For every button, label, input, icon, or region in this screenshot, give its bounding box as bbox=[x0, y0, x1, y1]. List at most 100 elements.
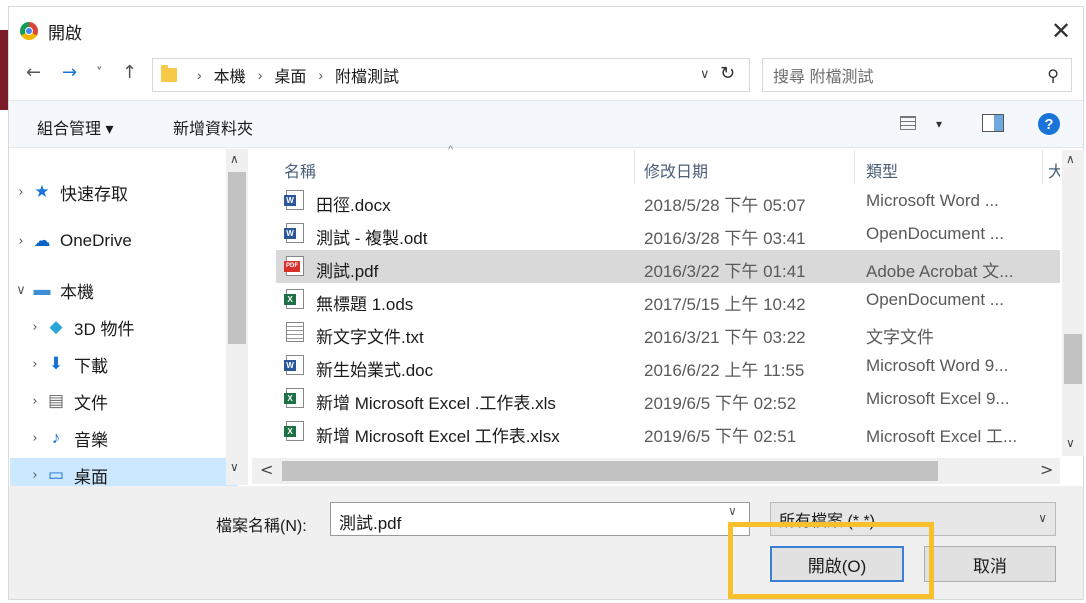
vertical-scroll-thumb[interactable] bbox=[1064, 334, 1082, 384]
filename-history-dropdown-icon[interactable]: ∨ bbox=[728, 504, 737, 518]
cancel-button[interactable]: 取消 bbox=[924, 546, 1056, 582]
file-row[interactable]: W 新生始業式.doc 2016/6/22 上午 11:55 Microsoft Wo… bbox=[276, 349, 1060, 382]
address-dropdown-icon[interactable]: ∨ bbox=[700, 66, 710, 82]
recent-locations-icon[interactable]: ˅ bbox=[96, 66, 103, 81]
view-dropdown-icon[interactable]: ▾ bbox=[936, 117, 942, 131]
chevron-right-icon[interactable]: › bbox=[24, 357, 46, 372]
chevron-right-icon[interactable]: › bbox=[10, 234, 32, 249]
breadcrumb-separator[interactable]: › bbox=[318, 67, 323, 83]
column-divider[interactable] bbox=[1042, 150, 1043, 184]
filename-input[interactable]: 測試.pdf bbox=[330, 502, 750, 536]
tree-item[interactable]: › ▤ 文件 bbox=[10, 384, 238, 418]
tree-scroll-up-icon[interactable]: ∧ bbox=[230, 152, 239, 166]
word-doc-icon: W bbox=[284, 355, 304, 375]
file-type: Microsoft Word 9... bbox=[866, 356, 1009, 375]
file-type: 文字文件 bbox=[866, 328, 934, 347]
window-title: 開啟 bbox=[48, 23, 82, 43]
chevron-down-icon[interactable]: ∨ bbox=[1038, 511, 1047, 525]
star-icon: ★ bbox=[34, 182, 50, 201]
word-doc-icon: W bbox=[284, 190, 304, 210]
tree-item-label: 下載 bbox=[74, 356, 108, 376]
column-header-size[interactable]: 大 bbox=[1048, 158, 1060, 182]
help-icon[interactable]: ? bbox=[1038, 113, 1060, 135]
tree-scroll-down-icon[interactable]: ∨ bbox=[230, 460, 239, 474]
chevron-right-icon[interactable]: › bbox=[24, 394, 46, 409]
column-header-date[interactable]: 修改日期 bbox=[644, 158, 708, 182]
tree-item[interactable]: › ★ 快速存取 bbox=[10, 175, 224, 209]
refresh-icon[interactable]: ↻ bbox=[720, 63, 735, 84]
scroll-left-icon[interactable]: < bbox=[260, 460, 273, 479]
view-options-icon[interactable] bbox=[900, 116, 916, 130]
scroll-down-icon[interactable]: ∨ bbox=[1066, 436, 1075, 450]
file-modified-date: 2016/3/22 下午 01:41 bbox=[644, 262, 806, 281]
breadcrumb-separator[interactable]: › bbox=[258, 67, 263, 83]
chevron-right-icon[interactable]: › bbox=[10, 185, 32, 200]
close-button[interactable]: ✕ bbox=[1044, 14, 1078, 48]
back-arrow-icon[interactable]: ← bbox=[26, 62, 41, 83]
tree-scroll-thumb[interactable] bbox=[228, 172, 246, 344]
ods-sheet-icon: X bbox=[284, 289, 304, 309]
download-icon: ⬇ bbox=[48, 354, 64, 373]
tree-item[interactable]: ∨ ▬ 本機 bbox=[10, 273, 224, 307]
tree-item[interactable]: › ☁ OneDrive bbox=[10, 224, 224, 258]
forward-arrow-icon[interactable]: → bbox=[62, 62, 77, 83]
breadcrumb-current-folder[interactable]: 附檔測試 bbox=[335, 63, 399, 87]
file-modified-date: 2016/3/28 下午 03:41 bbox=[644, 229, 806, 248]
file-row[interactable]: X 新增 Microsoft Excel .工作表.xls 2019/6/5 下午 … bbox=[276, 382, 1060, 415]
horizontal-scroll-thumb[interactable] bbox=[282, 461, 938, 481]
tree-item[interactable]: › ⬇ 下載 bbox=[10, 347, 238, 381]
tree-item[interactable]: › ◆ 3D 物件 bbox=[10, 310, 238, 344]
breadcrumb-this-pc[interactable]: 本機 bbox=[214, 63, 246, 87]
file-list-vertical-scrollbar[interactable] bbox=[1062, 150, 1084, 456]
up-arrow-icon[interactable]: ↑ bbox=[122, 62, 137, 83]
chrome-icon bbox=[20, 22, 38, 40]
file-row[interactable]: X 無標題 1.ods 2017/5/15 上午 10:42 OpenDocument… bbox=[276, 283, 1060, 316]
text-file-icon bbox=[286, 322, 304, 342]
chevron-right-icon[interactable]: › bbox=[24, 431, 46, 446]
search-icon[interactable]: ⚲ bbox=[1047, 66, 1059, 85]
onedrive-icon: ☁ bbox=[33, 231, 51, 250]
search-placeholder: 搜尋 附檔測試 bbox=[773, 69, 874, 86]
preview-pane-icon[interactable] bbox=[982, 114, 1004, 132]
chevron-down-icon[interactable]: ∨ bbox=[10, 283, 32, 298]
file-name: 無標題 1.ods bbox=[316, 295, 414, 314]
scroll-up-icon[interactable]: ∧ bbox=[1066, 152, 1075, 166]
file-row[interactable]: W 田徑.docx 2018/5/28 下午 05:07 Microsoft Word… bbox=[276, 184, 1060, 217]
file-type-badge: W bbox=[284, 195, 296, 206]
title-bar: 開啟 bbox=[20, 20, 82, 43]
column-divider[interactable] bbox=[634, 150, 635, 184]
breadcrumb-separator: › bbox=[197, 67, 202, 83]
tree-item[interactable]: › ♪ 音樂 bbox=[10, 421, 238, 455]
breadcrumb-desktop[interactable]: 桌面 bbox=[274, 63, 306, 87]
chevron-right-icon[interactable]: › bbox=[24, 468, 46, 483]
3d-objects-icon: ◆ bbox=[49, 317, 63, 336]
file-type-badge: PDF bbox=[284, 261, 300, 272]
column-header-type[interactable]: 類型 bbox=[866, 158, 898, 182]
scroll-right-icon[interactable]: > bbox=[1040, 460, 1053, 479]
file-type: Microsoft Word ... bbox=[866, 191, 999, 210]
new-folder-button[interactable]: 新增資料夾 bbox=[173, 115, 253, 139]
filename-label: 檔案名稱(N): bbox=[216, 518, 307, 535]
file-modified-date: 2019/6/5 下午 02:51 bbox=[644, 427, 797, 446]
tree-item-label: 本機 bbox=[60, 282, 94, 302]
documents-icon: ▤ bbox=[47, 391, 65, 410]
folder-icon bbox=[161, 65, 177, 82]
background-window-edge bbox=[0, 30, 8, 110]
column-header-name[interactable]: 名稱 bbox=[284, 158, 316, 182]
file-row[interactable]: X 新增 Microsoft Excel 工作表.xlsx 2019/6/5 下午 … bbox=[276, 415, 1060, 448]
file-row[interactable]: W 測試 - 複製.odt 2016/3/28 下午 03:41 OpenDocume… bbox=[276, 217, 1060, 250]
file-name: 新增 Microsoft Excel 工作表.xlsx bbox=[316, 427, 560, 446]
file-modified-date: 2018/5/28 下午 05:07 bbox=[644, 196, 806, 215]
search-box[interactable]: 搜尋 附檔測試 ⚲ bbox=[762, 58, 1072, 92]
organize-menu[interactable]: 組合管理 ▾ bbox=[37, 115, 113, 139]
file-name: 新生始業式.doc bbox=[316, 361, 434, 380]
music-icon: ♪ bbox=[51, 428, 61, 447]
file-row[interactable]: PDF 測試.pdf 2016/3/22 下午 01:41 Adobe Acrobat… bbox=[276, 250, 1060, 283]
file-modified-date: 2016/6/22 上午 11:55 bbox=[644, 361, 805, 380]
file-row[interactable]: 新文字文件.txt 2016/3/21 下午 03:22 文字文件 bbox=[276, 316, 1060, 349]
chevron-right-icon[interactable]: › bbox=[24, 320, 46, 335]
file-type-badge: X bbox=[284, 426, 296, 437]
address-bar[interactable]: › 本機 › 桌面 › 附檔測試 bbox=[152, 58, 750, 92]
column-divider[interactable] bbox=[854, 150, 855, 184]
tree-item-label: 音樂 bbox=[74, 430, 108, 450]
